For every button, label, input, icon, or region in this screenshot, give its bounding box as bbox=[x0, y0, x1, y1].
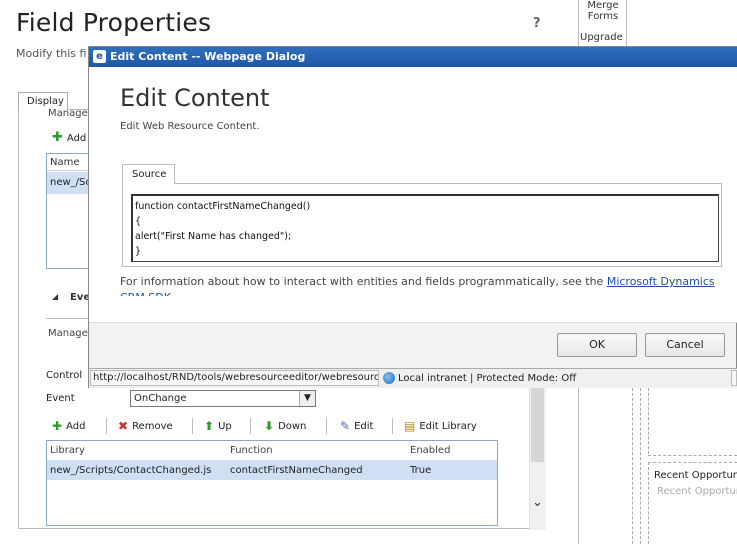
add-library-button[interactable]: ✚ Add bbox=[52, 130, 86, 145]
add-label: Add bbox=[66, 133, 87, 144]
manage-libraries-label: Manage bbox=[48, 108, 88, 119]
page-subtitle: Modify this fi bbox=[16, 47, 87, 60]
dialog-window-title: Edit Content -- Webpage Dialog bbox=[110, 50, 306, 63]
edit-handler-button[interactable]: ✎ Edit bbox=[340, 419, 373, 433]
layout-guide bbox=[648, 462, 649, 544]
dialog-subheading: Edit Web Resource Content. bbox=[120, 121, 260, 132]
library-list-header: Name bbox=[47, 154, 93, 171]
add-label: Add bbox=[66, 420, 86, 432]
status-url: http://localhost/RND/tools/webresourceed… bbox=[90, 370, 379, 386]
status-bar-segment bbox=[731, 370, 737, 386]
security-zone: Local intranet | Protected Mode: Off bbox=[381, 370, 731, 386]
add-handler-button[interactable]: ✚ Add bbox=[52, 419, 85, 433]
layout-guide bbox=[648, 455, 737, 456]
toolbar-separator bbox=[326, 418, 327, 434]
move-up-button[interactable]: ⬆ Up bbox=[204, 419, 232, 433]
collapse-triangle-icon[interactable]: ◢ bbox=[52, 292, 58, 301]
event-label: Event bbox=[46, 393, 75, 404]
ok-button[interactable]: OK bbox=[557, 333, 637, 357]
toolbar-separator bbox=[250, 418, 251, 434]
event-select-value: OnChange bbox=[134, 393, 187, 404]
add-icon: ✚ bbox=[52, 130, 63, 145]
toolbar-separator bbox=[192, 418, 193, 434]
toolbar-separator bbox=[106, 418, 107, 434]
chevron-down-icon[interactable]: ⌄ bbox=[529, 495, 546, 515]
remove-handler-button[interactable]: ✖ Remove bbox=[118, 419, 173, 433]
recent-opportunities-placeholder: Recent Opportun bbox=[657, 486, 737, 497]
layout-guide bbox=[648, 388, 649, 454]
globe-icon bbox=[383, 372, 395, 384]
down-label: Down bbox=[278, 420, 307, 432]
page-title: Field Properties bbox=[16, 8, 212, 37]
up-arrow-icon: ⬆ bbox=[204, 419, 215, 433]
remove-icon: ✖ bbox=[118, 419, 129, 433]
sdk-info-label: For information about how to interact wi… bbox=[120, 275, 607, 288]
dialog-heading: Edit Content bbox=[120, 84, 270, 112]
add-icon: ✚ bbox=[52, 419, 63, 433]
remove-label: Remove bbox=[132, 420, 173, 432]
upgrade-button[interactable]: Upgrade bbox=[580, 32, 623, 43]
column-header-enabled: Enabled bbox=[410, 445, 451, 456]
table-cell: contactFirstNameChanged bbox=[230, 465, 363, 476]
sdk-info-text: For information about how to interact wi… bbox=[120, 274, 730, 296]
edit-library-button[interactable]: ▤ Edit Library bbox=[404, 419, 477, 433]
recent-opportunities-label: Recent Opportun bbox=[654, 470, 737, 481]
event-select[interactable]: OnChange ▼ bbox=[130, 390, 316, 407]
up-label: Up bbox=[218, 420, 232, 432]
edit-label: Edit bbox=[354, 420, 374, 432]
column-header-library: Library bbox=[50, 445, 85, 456]
library-icon: ▤ bbox=[404, 419, 416, 433]
layout-guide bbox=[648, 462, 737, 463]
control-label: Control bbox=[46, 370, 83, 381]
edit-library-label: Edit Library bbox=[419, 420, 477, 432]
divider bbox=[89, 322, 737, 323]
table-cell: new_/Scripts/ContactChanged.js bbox=[50, 465, 212, 476]
tab-source[interactable]: Source bbox=[122, 164, 175, 184]
layout-guide bbox=[632, 388, 633, 544]
scrollbar-thumb[interactable] bbox=[531, 382, 544, 462]
move-down-button[interactable]: ⬇ Down bbox=[264, 419, 306, 433]
cancel-button[interactable]: Cancel bbox=[645, 333, 725, 357]
toolbar-separator bbox=[392, 418, 393, 434]
code-editor[interactable]: function contactFirstNameChanged() { ale… bbox=[131, 194, 719, 262]
merge-forms-button[interactable]: Merge Forms bbox=[586, 0, 620, 22]
security-zone-label: Local intranet | Protected Mode: Off bbox=[398, 372, 577, 384]
layout-guide bbox=[640, 388, 641, 544]
help-icon[interactable]: ? bbox=[533, 16, 541, 31]
list-item[interactable]: new_/Sc bbox=[47, 172, 93, 194]
edit-icon: ✎ bbox=[340, 419, 351, 433]
column-header-function: Function bbox=[230, 445, 273, 456]
table-cell: True bbox=[410, 465, 432, 476]
manage-handlers-label: Manage bbox=[48, 328, 88, 339]
divider bbox=[626, 0, 627, 46]
chevron-down-icon[interactable]: ▼ bbox=[299, 391, 315, 406]
down-arrow-icon: ⬇ bbox=[264, 419, 275, 433]
browser-icon: e bbox=[93, 50, 106, 63]
